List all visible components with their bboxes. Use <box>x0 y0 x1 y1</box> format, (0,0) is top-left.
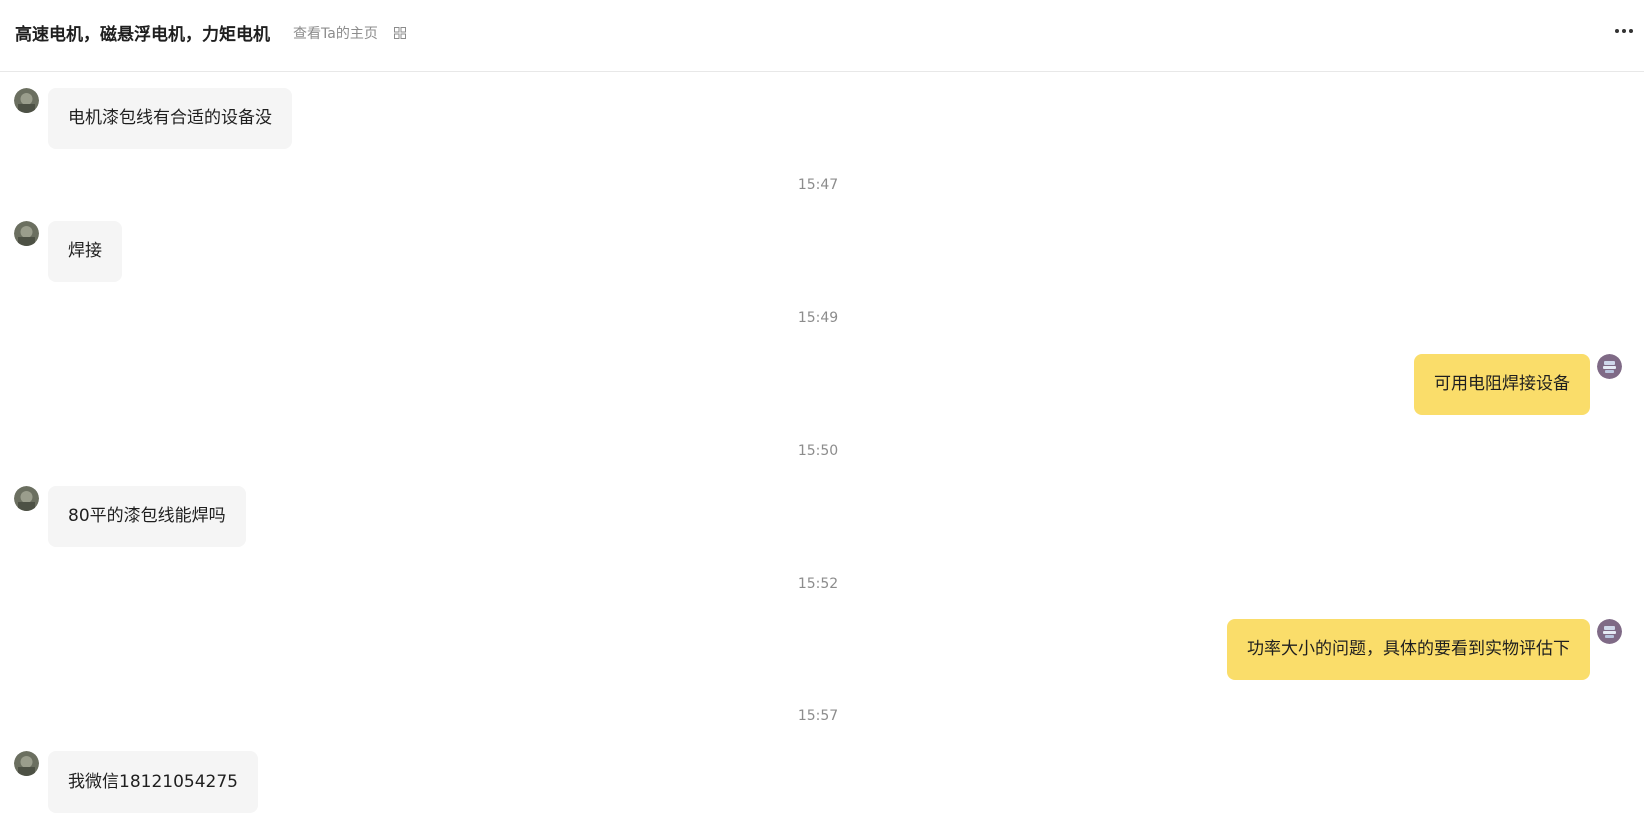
user-avatar[interactable] <box>1597 619 1622 644</box>
contact-avatar[interactable] <box>14 88 39 113</box>
contact-avatar[interactable] <box>14 486 39 511</box>
message-timestamp: 15:52 <box>797 576 839 592</box>
incoming-message: 电机漆包线有合适的设备没 <box>48 88 292 149</box>
message-timestamp: 15:47 <box>797 177 839 193</box>
chat-header: 高速电机，磁悬浮电机，力矩电机 查看Ta的主页 <box>0 0 1644 72</box>
message-timestamp: 15:50 <box>797 443 839 459</box>
grid-icon[interactable] <box>394 27 406 39</box>
chat-title: 高速电机，磁悬浮电机，力矩电机 <box>15 25 270 45</box>
outgoing-message: 可用电阻焊接设备 <box>1414 354 1590 415</box>
message-timestamp: 15:49 <box>797 310 839 326</box>
incoming-message: 焊接 <box>48 221 122 282</box>
incoming-message: 80平的漆包线能焊吗 <box>48 486 246 547</box>
incoming-message: 我微信18121054275 <box>48 751 258 813</box>
view-profile-link[interactable]: 查看Ta的主页 <box>293 23 378 43</box>
message-timestamp: 15:57 <box>797 708 839 724</box>
user-avatar[interactable] <box>1597 354 1622 379</box>
contact-avatar[interactable] <box>14 221 39 246</box>
contact-avatar[interactable] <box>14 751 39 776</box>
more-horizontal-icon[interactable] <box>1612 22 1636 40</box>
outgoing-message: 功率大小的问题，具体的要看到实物评估下 <box>1227 619 1590 680</box>
